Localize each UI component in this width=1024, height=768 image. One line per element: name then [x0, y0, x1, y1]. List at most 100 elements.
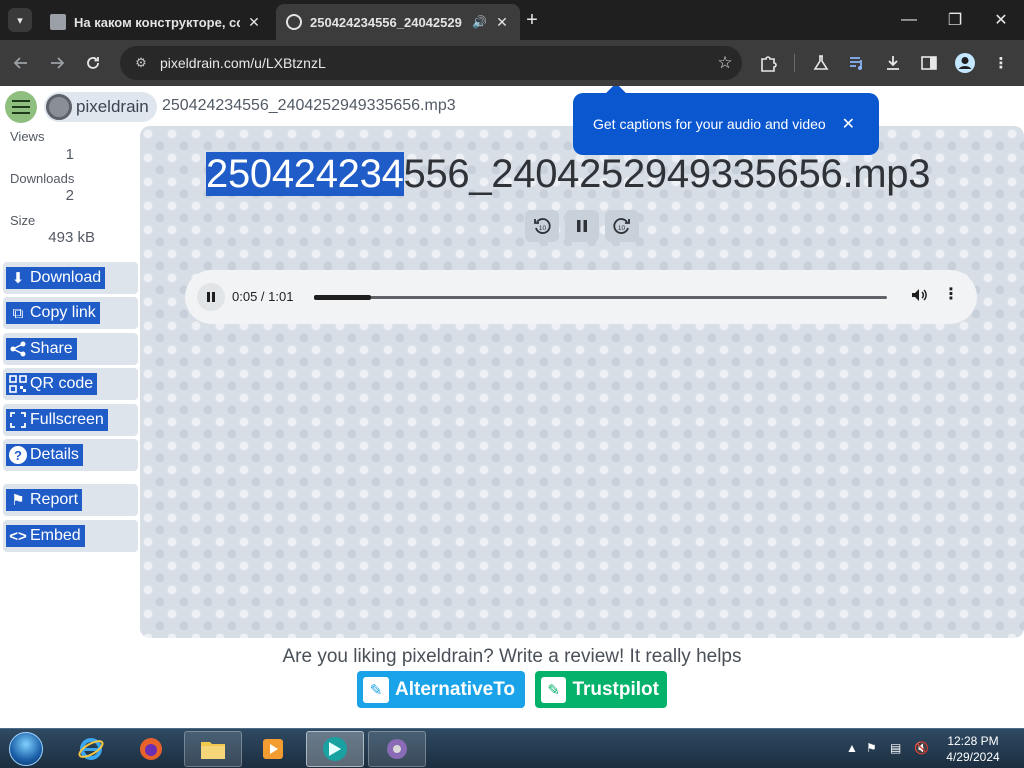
reload-button[interactable] [78, 48, 108, 78]
clock-time: 12:28 PM [947, 734, 999, 748]
action-center-flag-icon[interactable]: ⚑ [866, 741, 877, 755]
windows-taskbar: ▲ ⚑ ▤ 🔇 12:28 PM 4/29/2024 [0, 728, 1024, 768]
qr-code-button[interactable]: QR code [3, 368, 138, 400]
fullscreen-button[interactable]: Fullscreen [3, 404, 138, 436]
media-player-icon[interactable] [244, 731, 302, 767]
minimize-button[interactable]: — [886, 6, 932, 34]
close-window-button[interactable]: ✕ [978, 6, 1024, 34]
trustpilot-label: Trustpilot [572, 678, 659, 700]
restore-button[interactable]: ❐ [932, 6, 978, 34]
new-tab-button[interactable]: + [520, 8, 544, 32]
speaker-icon[interactable]: 🔊 [472, 15, 488, 29]
live-caption-text: Get captions for your audio and video [593, 116, 826, 132]
embed-button[interactable]: <> Embed [3, 520, 138, 552]
back-button[interactable] [6, 48, 36, 78]
browser-tabstrip: ▾ На каком конструкторе, созд ✕ 25042423… [0, 0, 1024, 40]
player-time: 0:05 / 1:01 [232, 289, 294, 304]
size-label: Size [10, 213, 36, 228]
tab-search-button[interactable]: ▾ [8, 8, 32, 32]
flag-icon: ⚑ [11, 492, 25, 509]
url-text[interactable]: pixeldrain.com/u/LXBtznzL [160, 55, 708, 71]
alternativeto-label: AlternativeTo [395, 678, 516, 700]
page-favicon-icon [50, 14, 66, 30]
start-button[interactable] [6, 731, 46, 767]
tab-active[interactable]: 250424234556_24042529 🔊 ✕ [276, 4, 520, 40]
svg-text:10: 10 [618, 225, 626, 232]
clock-date: 4/29/2024 [946, 750, 1000, 764]
profile-icon[interactable] [952, 50, 978, 76]
pause-button[interactable] [565, 210, 599, 242]
file-title-selected: 250424234 [206, 152, 404, 196]
pixeldrain-logo-icon [46, 94, 72, 120]
qr-code-label: QR code [30, 375, 94, 392]
reload-icon [87, 57, 99, 69]
review-pencil-icon: ✎ [541, 676, 567, 703]
tab-title: 250424234556_24042529 [310, 14, 462, 30]
trustpilot-button[interactable]: ✎ Trustpilot [535, 671, 667, 708]
embed-label: Embed [30, 527, 81, 544]
firefox-icon[interactable] [122, 731, 180, 767]
qr-code-icon [6, 373, 30, 395]
file-sidebar: Views 1 Downloads 2 Size 493 kB ⬇ Downloa… [0, 126, 140, 726]
close-icon[interactable]: ✕ [842, 114, 855, 134]
views-label: Views [10, 129, 45, 144]
tune-icon[interactable]: ⚙ [126, 55, 156, 71]
windows-logo-icon [9, 732, 43, 766]
download-button[interactable]: ⬇ Download [3, 262, 138, 294]
fullscreen-label: Fullscreen [30, 411, 104, 428]
file-explorer-icon[interactable] [184, 731, 242, 767]
copy-link-button[interactable]: ⧉ Copy link [3, 297, 138, 329]
player-more-icon[interactable]: ⋮ [941, 284, 961, 308]
share-label: Share [30, 340, 73, 357]
star-icon[interactable]: ☆ [708, 53, 742, 73]
share-button[interactable]: Share [3, 333, 138, 365]
report-button[interactable]: ⚑ Report [3, 484, 138, 516]
alternativeto-button[interactable]: ✎ AlternativeTo [357, 671, 525, 708]
file-title-rest: 556_2404252949335656.mp3 [403, 152, 931, 196]
player-pause-button[interactable] [197, 283, 225, 311]
details-button[interactable]: ? Details [3, 439, 138, 471]
size-value: 493 kB [48, 229, 95, 246]
hamburger-menu-button[interactable] [5, 91, 37, 123]
tab-inactive[interactable]: На каком конструкторе, созд ✕ [40, 4, 272, 40]
network-icon[interactable]: ▤ [890, 741, 901, 755]
volume-icon[interactable] [907, 286, 931, 308]
brand-name: pixeldrain [76, 97, 149, 116]
rewind-10-button[interactable]: 10 [525, 210, 559, 242]
tab-close-icon[interactable]: ✕ [246, 14, 262, 31]
help-icon: ? [6, 444, 30, 466]
forward-button[interactable] [42, 48, 72, 78]
seek-bar[interactable] [314, 295, 887, 300]
download-icon: ⬇ [11, 270, 25, 287]
forward-10-button[interactable]: 10 [605, 210, 639, 242]
puzzle-icon[interactable] [755, 50, 781, 76]
tab-title: На каком конструкторе, созд [74, 14, 240, 30]
side-panel-icon[interactable] [916, 50, 942, 76]
app-taskbar-icon[interactable] [368, 731, 426, 767]
kebab-menu-icon[interactable]: ⋮ [988, 50, 1014, 76]
download-label: Download [30, 269, 102, 286]
header-filename: 250424234556_2404252949335656.mp3 [162, 97, 456, 114]
copy-icon: ⧉ [12, 304, 24, 322]
arrow-right-icon [51, 57, 65, 69]
brand-link[interactable]: pixeldrain [44, 92, 157, 122]
flask-icon[interactable] [808, 50, 834, 76]
media-control-icon[interactable] [844, 50, 870, 76]
copy-link-label: Copy link [30, 304, 96, 321]
review-prompt: Are you liking pixeldrain? Write a revie… [282, 646, 742, 667]
browser-taskbar-icon[interactable] [306, 731, 364, 767]
tab-close-icon[interactable]: ✕ [494, 14, 510, 31]
system-clock[interactable]: 12:28 PM 4/29/2024 [938, 733, 1008, 765]
address-bar[interactable]: ⚙ pixeldrain.com/u/LXBtznzL ☆ [120, 46, 742, 80]
internet-explorer-icon[interactable] [62, 731, 120, 767]
pause-icon [577, 220, 587, 232]
volume-muted-icon[interactable]: 🔇 [914, 741, 929, 755]
report-label: Report [30, 491, 79, 508]
tray-overflow-icon[interactable]: ▲ [846, 741, 858, 755]
views-value: 1 [65, 146, 74, 163]
download-icon[interactable] [880, 50, 906, 76]
live-caption-promo: Get captions for your audio and video ✕ [573, 86, 879, 155]
audio-player[interactable]: 0:05 / 1:01 ⋮ [185, 270, 977, 324]
share-icon [6, 338, 30, 360]
review-pencil-icon: ✎ [363, 676, 389, 703]
